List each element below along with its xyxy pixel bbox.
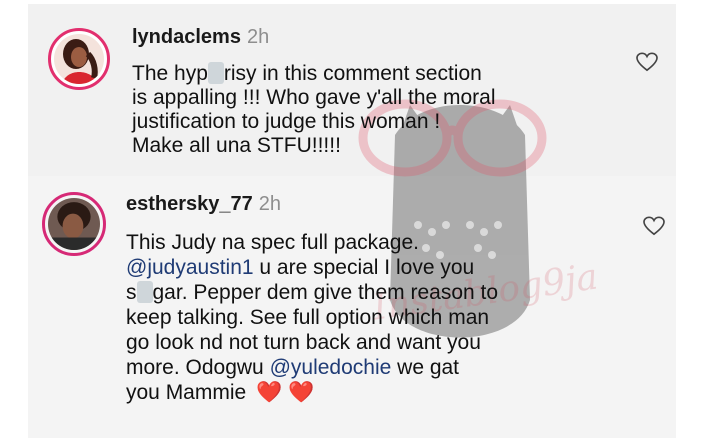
comment-line: @judyaustin1 u are special I love you <box>126 255 498 280</box>
text-segment: gar. Pepper dem give them reason to <box>152 281 499 304</box>
heart-outline-icon[interactable] <box>643 216 665 236</box>
avatar[interactable] <box>48 28 110 90</box>
avatar[interactable] <box>42 192 106 256</box>
text-segment: The hyp <box>132 62 208 85</box>
comment-line: The hyp risy in this comment section <box>132 62 496 86</box>
comment-line: This Judy na spec full package. <box>126 231 419 254</box>
comment-meta: lyndaclems 2h <box>132 26 269 49</box>
profile-photo-icon <box>54 34 104 84</box>
text-segment: we gat <box>391 356 460 379</box>
timestamp: 2h <box>246 26 270 48</box>
comment-text: The hyp risy in this comment section is a… <box>132 62 496 158</box>
profile-photo-icon <box>48 198 100 250</box>
censor-mask <box>207 62 224 84</box>
timestamp: 2h <box>258 193 282 215</box>
comment-line: is appalling !!! Who gave y'all the mora… <box>132 86 496 109</box>
username[interactable]: esthersky_77 <box>126 193 253 215</box>
mention-link[interactable]: @judyaustin1 <box>126 256 254 279</box>
comment-line: keep talking. See full option which man <box>126 306 490 329</box>
username[interactable]: lyndaclems <box>132 26 241 48</box>
text-segment: u are special I love you <box>253 256 475 279</box>
text-segment: risy in this comment section <box>223 62 482 85</box>
text-segment: more. Odogwu <box>126 356 270 379</box>
comment-line: go look nd not turn back and want you <box>126 331 481 354</box>
heart-outline-icon[interactable] <box>636 52 658 72</box>
comment-line: s gar. Pepper dem give them reason to <box>126 280 498 305</box>
text-segment: s <box>126 281 137 304</box>
comment-line: Make all una STFU!!!!! <box>132 134 341 157</box>
comment-line: you Mammie ❤️ ❤️ <box>126 380 498 405</box>
comment-line: more. Odogwu @yuledochie we gat <box>126 355 498 380</box>
comment-line: justification to judge this woman ! <box>132 110 441 133</box>
censor-mask <box>136 281 153 303</box>
mention-link[interactable]: @yuledochie <box>270 356 392 379</box>
comment-meta: esthersky_77 2h <box>126 193 281 216</box>
heart-emoji-icon: ❤️ ❤️ <box>256 381 315 404</box>
comment-text: This Judy na spec full package. @judyaus… <box>126 230 498 405</box>
text-segment: you Mammie <box>126 381 247 404</box>
